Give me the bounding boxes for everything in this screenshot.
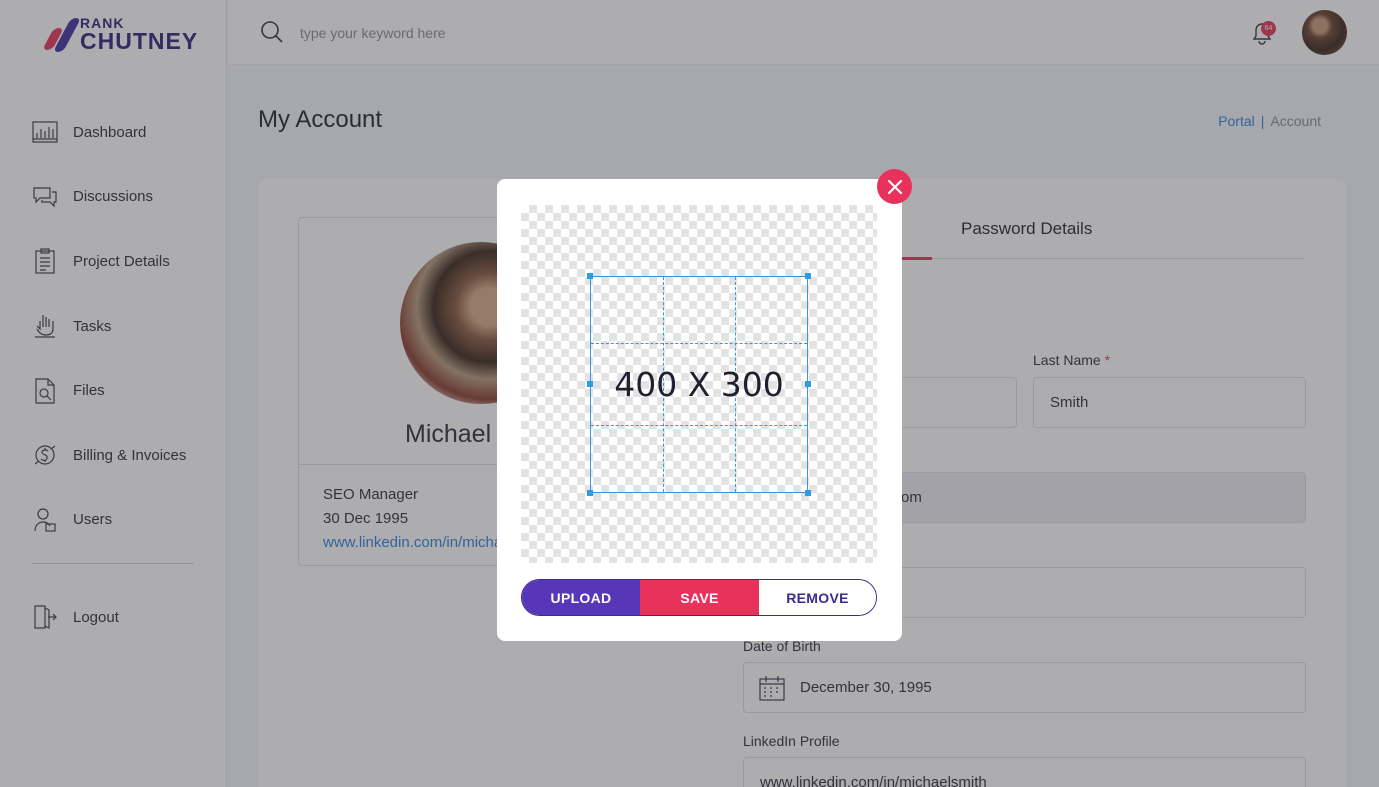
upload-button[interactable]: UPLOAD	[522, 580, 640, 615]
crop-handle-bottom-right[interactable]	[805, 490, 811, 496]
modal-actions: UPLOAD SAVE REMOVE	[521, 579, 877, 616]
save-button[interactable]: SAVE	[640, 580, 759, 615]
close-icon	[887, 179, 903, 195]
crop-selection-box[interactable]: 400 X 300	[587, 273, 811, 496]
crop-handle-top-left[interactable]	[587, 273, 593, 279]
crop-size-label: 400 X 300	[614, 365, 784, 404]
crop-canvas[interactable]: 400 X 300	[521, 205, 877, 563]
crop-handle-bottom-left[interactable]	[587, 490, 593, 496]
crop-handle-right[interactable]	[805, 381, 811, 387]
close-modal-button[interactable]	[877, 169, 912, 204]
crop-handle-left[interactable]	[587, 381, 593, 387]
image-crop-modal: 400 X 300 UPLOAD SAVE REMOVE	[497, 179, 902, 641]
remove-button[interactable]: REMOVE	[759, 580, 876, 615]
crop-handle-top-right[interactable]	[805, 273, 811, 279]
